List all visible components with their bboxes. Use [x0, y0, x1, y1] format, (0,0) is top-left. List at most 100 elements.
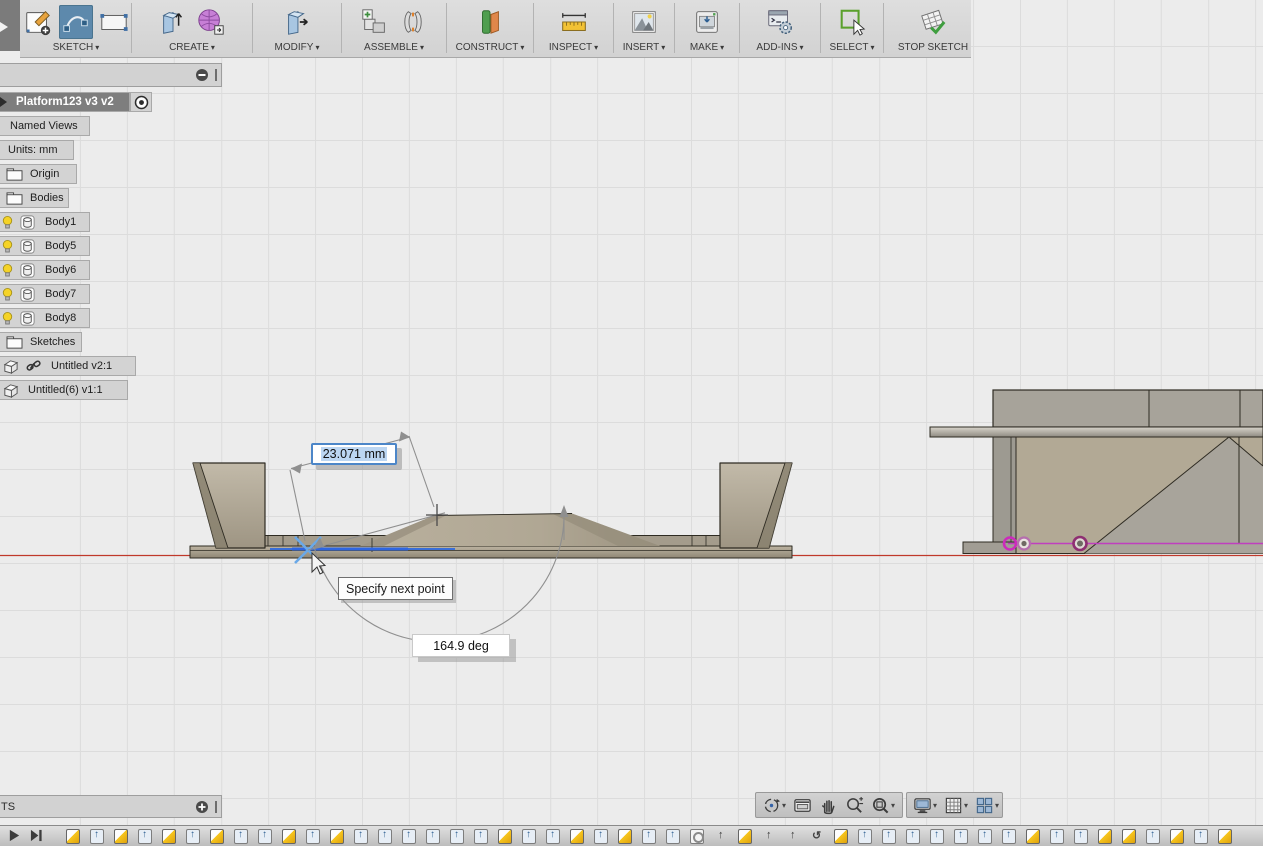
- extrude-feature-icon[interactable]: [378, 829, 392, 844]
- sketch-point[interactable]: [1074, 537, 1087, 550]
- sketch-point[interactable]: [1018, 538, 1030, 550]
- extrude-feature-icon[interactable]: [906, 829, 920, 844]
- browser-item-body5[interactable]: Body5: [0, 236, 90, 256]
- zoom-button[interactable]: [845, 796, 864, 815]
- sketch-feature-icon[interactable]: [1218, 829, 1232, 844]
- extrude-feature-icon[interactable]: [1074, 829, 1088, 844]
- select-menu[interactable]: SELECT▾: [830, 42, 875, 54]
- extrude-tool-icon[interactable]: [156, 5, 190, 39]
- visibility-bulb-icon[interactable]: [2, 287, 13, 302]
- extrude-feature-icon[interactable]: [234, 829, 248, 844]
- extrude-feature-icon[interactable]: [546, 829, 560, 844]
- browser-item-untitled-v2[interactable]: Untitled v2:1: [0, 356, 136, 376]
- sketch-feature-icon[interactable]: [570, 829, 584, 844]
- extrude-feature-icon[interactable]: [90, 829, 104, 844]
- extrude-feature-icon[interactable]: [186, 829, 200, 844]
- dimension-angle-input[interactable]: 164.9 deg: [412, 634, 510, 657]
- browser-root-node[interactable]: Platform123 v3 v2: [0, 92, 130, 112]
- modify-menu[interactable]: MODIFY▾: [275, 42, 320, 54]
- sketch-feature-icon[interactable]: [1098, 829, 1112, 844]
- revolve-feature-icon[interactable]: [810, 829, 824, 844]
- activate-component-radio[interactable]: [130, 92, 152, 112]
- extrude-feature-icon[interactable]: [1050, 829, 1064, 844]
- stop-sketch-button[interactable]: STOP SKETCH: [898, 42, 968, 54]
- extrude-feature-icon[interactable]: [402, 829, 416, 844]
- insert-image-tool-icon[interactable]: [627, 5, 661, 39]
- extrude-feature-icon[interactable]: [978, 829, 992, 844]
- dimension-length-input[interactable]: 23.071 mm: [311, 443, 397, 465]
- extrude-feature-icon[interactable]: [474, 829, 488, 844]
- display-settings-button[interactable]: ▾: [913, 796, 937, 815]
- browser-item-body8[interactable]: Body8: [0, 308, 90, 328]
- timeline-play-icon[interactable]: [8, 829, 21, 842]
- arrow-feature-icon[interactable]: [714, 829, 728, 844]
- sketch-menu[interactable]: SKETCH▾: [53, 42, 100, 54]
- extrude-feature-icon[interactable]: [930, 829, 944, 844]
- look-at-button[interactable]: [793, 796, 812, 815]
- sketch-feature-icon[interactable]: [330, 829, 344, 844]
- left-body-group[interactable]: [190, 463, 792, 558]
- comments-collapsed-bar[interactable]: TS: [0, 795, 222, 818]
- browser-item-bodies[interactable]: Bodies: [0, 188, 69, 208]
- browser-collapsed-bar[interactable]: [0, 63, 222, 87]
- sketch-feature-icon[interactable]: [498, 829, 512, 844]
- extrude-feature-icon[interactable]: [882, 829, 896, 844]
- panel-grip[interactable]: [215, 801, 217, 813]
- sketch-point[interactable]: [1004, 538, 1016, 550]
- visibility-bulb-icon[interactable]: [2, 239, 13, 254]
- sketch-feature-icon[interactable]: [66, 829, 80, 844]
- arrow-feature-icon[interactable]: [786, 829, 800, 844]
- pan-button[interactable]: [819, 796, 838, 815]
- panel-grip[interactable]: [215, 69, 217, 81]
- grid-settings-button[interactable]: ▾: [944, 796, 968, 815]
- extrude-feature-icon[interactable]: [306, 829, 320, 844]
- sketch-feature-icon[interactable]: [1122, 829, 1136, 844]
- expand-arrow-icon[interactable]: [0, 96, 8, 108]
- measure-tool-icon[interactable]: [557, 5, 591, 39]
- sketch-feature-icon[interactable]: [114, 829, 128, 844]
- browser-item-named-views[interactable]: Named Views: [0, 116, 90, 136]
- construct-menu[interactable]: CONSTRUCT▾: [456, 42, 525, 54]
- assemble-menu[interactable]: ASSEMBLE▾: [364, 42, 424, 54]
- extrude-feature-icon[interactable]: [954, 829, 968, 844]
- viewports-button[interactable]: ▾: [975, 796, 999, 815]
- sketch-feature-icon[interactable]: [1026, 829, 1040, 844]
- zoom-window-button[interactable]: ▾: [871, 796, 895, 815]
- new-component-tool-icon[interactable]: [358, 5, 392, 39]
- browser-item-origin[interactable]: Origin: [0, 164, 77, 184]
- extrude-feature-icon[interactable]: [426, 829, 440, 844]
- make-menu[interactable]: MAKE▾: [690, 42, 724, 54]
- stop-sketch-icon[interactable]: [916, 5, 950, 39]
- sketch-feature-icon[interactable]: [210, 829, 224, 844]
- browser-item-body6[interactable]: Body6: [0, 260, 90, 280]
- orbit-button[interactable]: ▾: [762, 796, 786, 815]
- create-menu[interactable]: CREATE▾: [169, 42, 215, 54]
- insert-menu[interactable]: INSERT▾: [623, 42, 666, 54]
- sketch-feature-icon[interactable]: [738, 829, 752, 844]
- browser-item-body1[interactable]: Body1: [0, 212, 90, 232]
- extrude-feature-icon[interactable]: [594, 829, 608, 844]
- sketch-spline-tool-icon[interactable]: [59, 5, 93, 39]
- extrude-feature-icon[interactable]: [1146, 829, 1160, 844]
- create-form-tool-icon[interactable]: [194, 5, 228, 39]
- panel-collapse-strip[interactable]: [0, 0, 20, 51]
- visibility-bulb-icon[interactable]: [2, 263, 13, 278]
- extrude-feature-icon[interactable]: [858, 829, 872, 844]
- extrude-feature-icon[interactable]: [642, 829, 656, 844]
- sketch-rectangle-tool-icon[interactable]: [97, 5, 131, 39]
- visibility-bulb-icon[interactable]: [2, 215, 13, 230]
- addins-menu[interactable]: ADD-INS▾: [756, 42, 803, 54]
- sketch-feature-icon[interactable]: [834, 829, 848, 844]
- extrude-feature-icon[interactable]: [354, 829, 368, 844]
- extrude-feature-icon[interactable]: [522, 829, 536, 844]
- browser-item-body7[interactable]: Body7: [0, 284, 90, 304]
- 3d-print-tool-icon[interactable]: [690, 5, 724, 39]
- extrude-feature-icon[interactable]: [1002, 829, 1016, 844]
- extrude-feature-icon[interactable]: [138, 829, 152, 844]
- extrude-feature-icon[interactable]: [1194, 829, 1208, 844]
- arrow-feature-icon[interactable]: [762, 829, 776, 844]
- scripts-addins-tool-icon[interactable]: [763, 5, 797, 39]
- browser-item-sketches[interactable]: Sketches: [0, 332, 82, 352]
- sketch-line-magenta[interactable]: [1004, 537, 1263, 550]
- viewport-canvas[interactable]: [0, 0, 1263, 846]
